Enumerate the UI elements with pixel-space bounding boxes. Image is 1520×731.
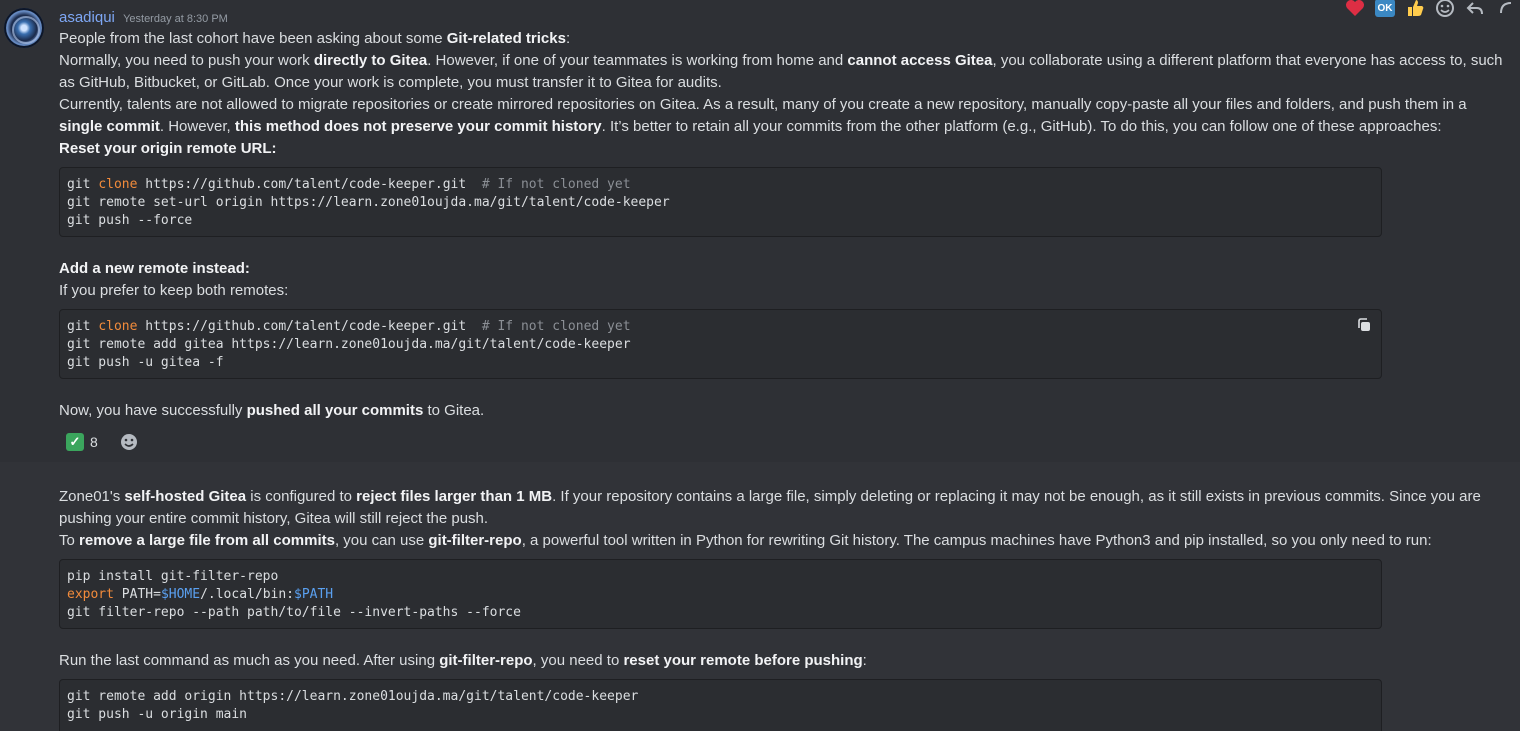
text-line: pushing your entire commit history, Gite… xyxy=(59,510,489,527)
username[interactable]: asadiqui xyxy=(59,9,115,26)
heart-icon[interactable] xyxy=(1344,0,1366,19)
text-line: Zone01's self-hosted Gitea is configured… xyxy=(59,488,1481,505)
code-line: git push -u origin main xyxy=(67,707,248,722)
text-line: If you prefer to keep both remotes: xyxy=(59,282,289,299)
reply-icon[interactable] xyxy=(1464,0,1486,19)
copy-icon[interactable] xyxy=(1357,318,1371,332)
code-block[interactable]: git remote add origin https://learn.zone… xyxy=(59,679,1382,731)
code-line: git push -u gitea -f xyxy=(67,355,224,370)
check-mark-icon: ✓ xyxy=(66,433,84,451)
section-heading: Reset your origin remote URL: xyxy=(59,140,277,157)
timestamp: Yesterday at 8:30 PM xyxy=(123,13,228,25)
code-line: git remote add origin https://learn.zone… xyxy=(67,689,639,704)
text-line: Normally, you need to push your work dir… xyxy=(59,52,1503,69)
more-icon[interactable] xyxy=(1494,0,1516,19)
section-heading: Add a new remote instead: xyxy=(59,260,250,277)
code-line: git filter-repo --path path/to/file --in… xyxy=(67,605,521,620)
text-line: People from the last cohort have been as… xyxy=(59,30,571,47)
code-line: git remote set-url origin https://learn.… xyxy=(67,195,670,210)
add-reaction-icon[interactable] xyxy=(119,432,139,452)
text-line: To remove a large file from all commits,… xyxy=(59,532,1432,549)
ok-label: OK xyxy=(1375,0,1395,17)
text-line: as GitHub, Bitbucket, or GitLab. Once yo… xyxy=(59,74,722,91)
code-line: pip install git-filter-repo xyxy=(67,569,279,584)
reaction-count: 8 xyxy=(90,434,98,450)
message-header: asadiqui Yesterday at 8:30 PM xyxy=(59,9,228,26)
code-line: export PATH=$HOME/.local/bin:$PATH xyxy=(67,587,334,602)
code-block[interactable]: git clone https://github.com/talent/code… xyxy=(59,167,1382,237)
message-toolbar: OK xyxy=(1340,0,1520,20)
avatar[interactable] xyxy=(4,8,44,48)
text-line: Run the last command as much as you need… xyxy=(59,652,867,669)
add-reaction-icon[interactable] xyxy=(1434,0,1456,19)
code-block[interactable]: pip install git-filter-repo export PATH=… xyxy=(59,559,1382,629)
text-line: Currently, talents are not allowed to mi… xyxy=(59,96,1467,113)
ok-icon[interactable]: OK xyxy=(1374,0,1396,19)
code-line: git remote add gitea https://learn.zone0… xyxy=(67,337,631,352)
code-block[interactable]: git clone https://github.com/talent/code… xyxy=(59,309,1382,379)
text-line: single commit. However, this method does… xyxy=(59,118,1442,135)
text-line: Now, you have successfully pushed all yo… xyxy=(59,402,485,419)
reaction-check[interactable]: ✓ 8 xyxy=(60,430,104,454)
code-line: git clone https://github.com/talent/code… xyxy=(67,319,631,334)
thumbs-up-icon[interactable] xyxy=(1404,0,1426,19)
code-line: git clone https://github.com/talent/code… xyxy=(67,177,631,192)
code-line: git push --force xyxy=(67,213,193,228)
